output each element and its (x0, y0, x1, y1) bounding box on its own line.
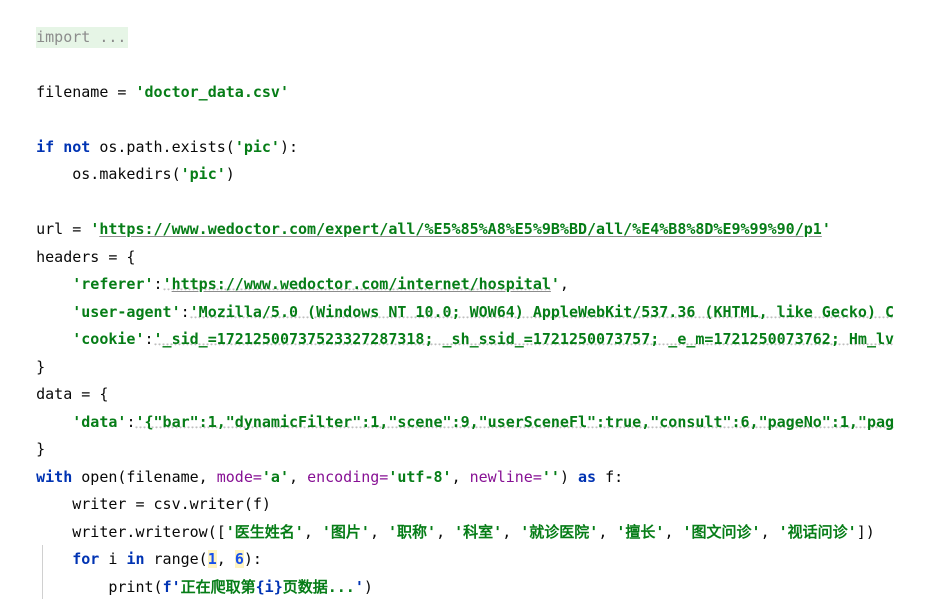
code-line-data-open[interactable]: data = { (0, 354, 949, 403)
code-line-makedirs[interactable]: os.makedirs('pic') (0, 134, 949, 183)
code-line-data-close[interactable]: } (0, 409, 949, 458)
code-editor[interactable]: import ... filename = 'doctor_data.csv' … (0, 0, 949, 599)
code-line-headers-open[interactable]: headers = { (0, 216, 949, 266)
code-line-writer[interactable]: writer = csv.writer(f) (0, 464, 949, 513)
code-line-with-open[interactable]: with open(filename, mode='a', encoding='… (0, 436, 949, 486)
code-line-url[interactable]: url = 'https://www.wedoctor.com/expert/a… (0, 189, 949, 238)
code-line-headers-close[interactable]: } (0, 326, 949, 376)
code-line-requests-post[interactable]: response = requests.post(url:f'https://w… (0, 574, 949, 599)
code-line-writerow[interactable]: writer.writerow(['医生姓名', '图片', '职称', '科室… (0, 491, 949, 541)
code-line-folded-import[interactable]: import ... (0, 0, 949, 48)
code-line-data-payload[interactable]: 'data':'{"bar":1,"dynamicFilter":1,"scen… (0, 381, 949, 431)
code-line-referer[interactable]: 'referer':'https://www.wedoctor.com/inte… (0, 244, 949, 293)
code-line-cookie[interactable]: 'cookie':'_sid_=17212500737523327287318;… (0, 299, 949, 348)
code-line-print[interactable]: print(f'正在爬取第{i}页数据...') (0, 546, 949, 596)
code-line-for-loop[interactable]: for i in range(1, 6): (0, 519, 949, 568)
code-line-if-exists[interactable]: if not os.path.exists('pic'): (0, 106, 949, 156)
code-line-user-agent[interactable]: 'user-agent':'Mozilla/5.0 (Windows NT 10… (0, 271, 949, 321)
code-line-filename[interactable]: filename = 'doctor_data.csv' (0, 51, 949, 101)
